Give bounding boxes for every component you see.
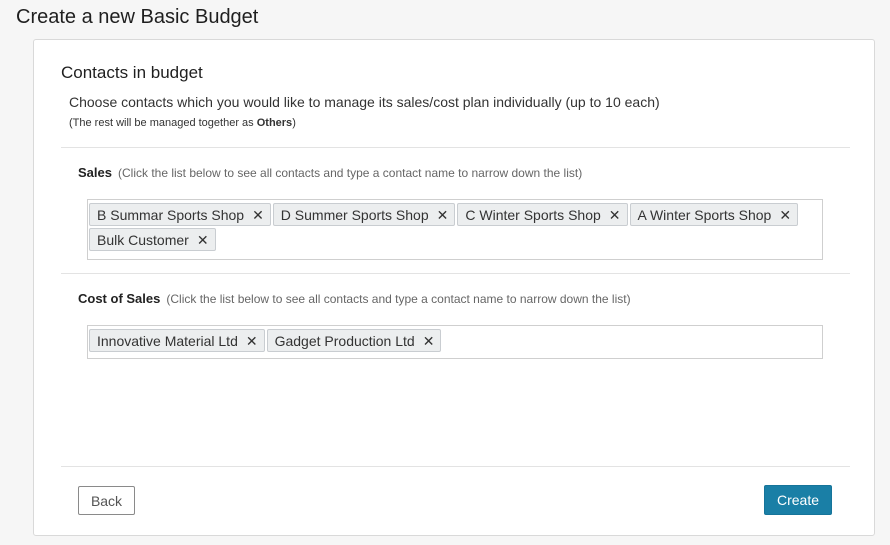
close-icon[interactable]: ✕ bbox=[246, 334, 258, 348]
cost-of-sales-hint: (Click the list below to see all contact… bbox=[166, 292, 631, 306]
contact-tag: D Summer Sports Shop ✕ bbox=[272, 203, 456, 226]
note-prefix: (The rest will be managed together as bbox=[69, 117, 257, 129]
create-button[interactable]: Create bbox=[764, 485, 832, 515]
contact-tag-label: D Summer Sports Shop bbox=[280, 206, 429, 223]
divider bbox=[61, 147, 850, 148]
contact-tag-label: B Summar Sports Shop bbox=[97, 206, 245, 223]
intro-text: Choose contacts which you would like to … bbox=[69, 94, 660, 110]
contact-tag: C Winter Sports Shop ✕ bbox=[457, 203, 628, 226]
others-note: (The rest will be managed together as Ot… bbox=[69, 116, 296, 130]
contact-tag: Innovative Material Ltd ✕ bbox=[89, 329, 265, 352]
cost-of-sales-label: Cost of Sales (Click the list below to se… bbox=[78, 291, 631, 307]
note-suffix: ) bbox=[292, 117, 296, 129]
close-icon[interactable]: ✕ bbox=[779, 208, 791, 222]
sales-contacts-select[interactable]: B Summar Sports Shop ✕ D Summer Sports Sho… bbox=[87, 199, 823, 260]
contact-tag-label: A Winter Sports Shop bbox=[637, 206, 772, 223]
close-icon[interactable]: ✕ bbox=[423, 334, 435, 348]
contact-tag-label: Bulk Customer bbox=[97, 231, 189, 248]
contact-tag-label: Innovative Material Ltd bbox=[97, 332, 238, 349]
divider bbox=[61, 273, 850, 274]
contact-tag-label: Gadget Production Ltd bbox=[274, 332, 415, 349]
note-bold: Others bbox=[256, 117, 293, 129]
contact-tag: A Winter Sports Shop ✕ bbox=[629, 203, 799, 226]
cost-of-sales-contacts-select[interactable]: Innovative Material Ltd ✕ Gadget Productio… bbox=[87, 325, 823, 359]
divider bbox=[61, 466, 850, 467]
page-title: Create a new Basic Budget bbox=[16, 6, 259, 28]
sales-label-text: Sales bbox=[78, 165, 112, 180]
close-icon[interactable]: ✕ bbox=[197, 233, 209, 247]
cost-of-sales-label-text: Cost of Sales bbox=[78, 291, 161, 306]
close-icon[interactable]: ✕ bbox=[252, 208, 264, 222]
budget-form-card: Contacts in budget Choose contacts which… bbox=[33, 39, 875, 536]
contact-tag: Bulk Customer ✕ bbox=[89, 228, 216, 251]
back-button[interactable]: Back bbox=[78, 486, 135, 515]
sales-hint: (Click the list below to see all contact… bbox=[117, 166, 583, 180]
close-icon[interactable]: ✕ bbox=[437, 208, 449, 222]
sales-label: Sales (Click the list below to see all co… bbox=[78, 165, 582, 181]
section-title: Contacts in budget bbox=[61, 63, 203, 82]
contact-tag: Gadget Production Ltd ✕ bbox=[266, 329, 442, 352]
close-icon[interactable]: ✕ bbox=[609, 208, 621, 222]
contact-tag-label: C Winter Sports Shop bbox=[465, 206, 601, 223]
contact-tag: B Summar Sports Shop ✕ bbox=[89, 203, 271, 226]
